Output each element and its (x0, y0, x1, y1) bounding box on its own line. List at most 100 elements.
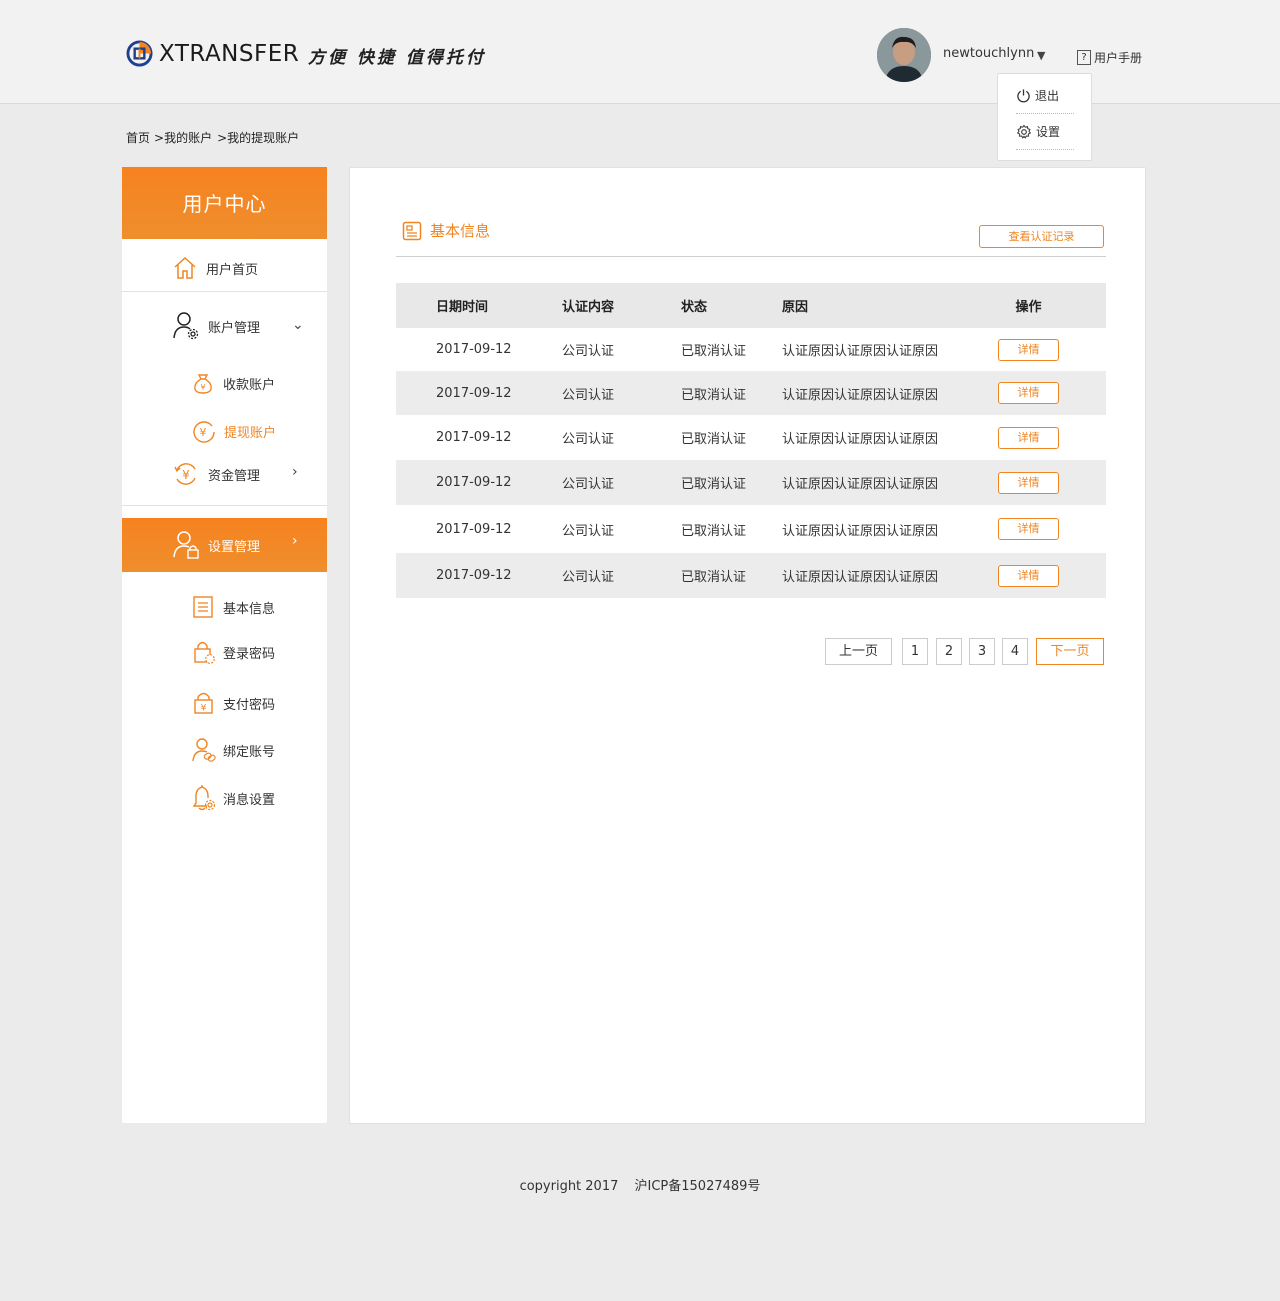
avatar-photo-icon (877, 28, 931, 82)
table-row: 2017-09-12 公司认证 已取消认证 认证原因认证原因认证原因 详情 (396, 505, 1106, 553)
sidebar-item-pay-password[interactable]: ¥ 支付密码 (192, 690, 275, 716)
view-cert-records-button[interactable]: 查看认证记录 (979, 225, 1104, 248)
section-title-label: 基本信息 (430, 222, 491, 240)
cert-records-table: 日期时间 认证内容 状态 原因 操作 2017-09-12 公司认证 已取消认证… (396, 283, 1106, 598)
cell-action: 详情 (998, 371, 1059, 415)
avatar[interactable] (877, 28, 931, 82)
xtransfer-logo-icon (126, 40, 153, 67)
footer-icp[interactable]: 沪ICP备15027489号 (635, 1179, 761, 1194)
cell-datetime: 2017-09-12 (436, 430, 512, 445)
detail-button[interactable]: 详情 (998, 518, 1059, 540)
bell-gear-icon (192, 785, 216, 811)
detail-button[interactable]: 详情 (998, 382, 1059, 404)
yuan-exchange-icon: ¥ (174, 463, 196, 485)
cell-status: 已取消认证 (681, 523, 747, 539)
lock-yuan-icon: ¥ (194, 692, 213, 714)
col-header-status: 状态 (681, 300, 708, 315)
col-header-datetime: 日期时间 (436, 300, 489, 315)
chevron-right-icon[interactable]: › (292, 533, 298, 549)
cell-action: 详情 (998, 460, 1059, 505)
user-link-icon (192, 738, 216, 762)
settings-mgmt-row: 设置管理 (172, 530, 260, 560)
caret-down-icon[interactable]: ▼ (1037, 49, 1045, 62)
breadcrumb-my-account[interactable]: >我的账户 (154, 129, 212, 146)
cell-content: 公司认证 (562, 344, 615, 359)
cell-reason: 认证原因认证原因认证原因 (782, 523, 939, 539)
svg-text:¥: ¥ (200, 383, 205, 392)
user-dropdown-menu: 退出 设置 (997, 73, 1092, 161)
cell-status: 已取消认证 (681, 570, 747, 585)
cell-reason: 认证原因认证原因认证原因 (782, 477, 939, 492)
detail-button[interactable]: 详情 (998, 471, 1059, 494)
cell-content: 公司认证 (562, 523, 615, 539)
sidebar-item-label: 绑定账号 (223, 744, 276, 760)
chevron-right-icon[interactable]: › (292, 464, 298, 480)
breadcrumb-withdraw-account[interactable]: >我的提现账户 (217, 129, 299, 146)
cell-datetime: 2017-09-12 (436, 521, 512, 537)
col-header-content: 认证内容 (562, 300, 615, 315)
cell-content: 公司认证 (562, 432, 615, 447)
footer: copyright 2017 沪ICP备15027489号 (0, 1175, 1280, 1194)
sidebar-item-message-settings[interactable]: 消息设置 (192, 783, 275, 813)
sidebar-item-label: 消息设置 (223, 792, 276, 808)
page-button-4[interactable]: 4 (1002, 638, 1028, 665)
table-row: 2017-09-12 公司认证 已取消认证 认证原因认证原因认证原因 详情 (396, 553, 1106, 598)
footer-copyright: copyright 2017 (519, 1179, 619, 1194)
cell-action: 详情 (998, 505, 1059, 553)
pagination: 上一页 1 2 3 4 下一页 (350, 638, 1147, 666)
page-button-1[interactable]: 1 (902, 638, 928, 665)
cell-reason: 认证原因认证原因认证原因 (782, 387, 939, 403)
page-button-3[interactable]: 3 (969, 638, 995, 665)
cell-status: 已取消认证 (681, 344, 747, 359)
sidebar-title: 用户中心 (122, 167, 327, 239)
logout-menu-item[interactable]: 退出 (1016, 78, 1074, 114)
sidebar-item-receive-account[interactable]: ¥ 收款账户 (192, 372, 275, 394)
section-divider (396, 256, 1106, 257)
cell-datetime: 2017-09-12 (436, 342, 512, 357)
sidebar-item-label: 登录密码 (223, 646, 276, 662)
user-gear-icon (173, 312, 199, 340)
sidebar-item-fund-mgmt[interactable]: ¥ 资金管理 (172, 460, 260, 488)
sidebar-item-login-password[interactable]: 登录密码 (192, 639, 275, 665)
top-header: XTRANSFER 方便 快捷 值得托付 newtouchlynn ▼ ? 用户… (0, 0, 1280, 161)
col-header-reason: 原因 (782, 300, 809, 315)
table-row: 2017-09-12 公司认证 已取消认证 认证原因认证原因认证原因 详情 (396, 371, 1106, 415)
settings-menu-item[interactable]: 设置 (1016, 114, 1074, 150)
detail-button[interactable]: 详情 (998, 426, 1059, 449)
sidebar-item-label: 设置管理 (208, 539, 261, 555)
sidebar-item-withdraw-account[interactable]: ¥ 提现账户 (192, 419, 276, 443)
sidebar-item-user-home[interactable]: 用户首页 (172, 255, 258, 281)
sidebar-item-account-mgmt[interactable]: 账户管理 (172, 311, 260, 341)
document-icon (193, 596, 213, 618)
sidebar-item-label: 提现账户 (224, 425, 277, 441)
cell-action: 详情 (998, 328, 1059, 371)
sidebar: 用户中心 用户首页 账户管理 ⌄ ¥ 收款账户 ¥ 提现账户 ¥ 资金管理 › … (122, 167, 327, 1123)
question-box-icon: ? (1077, 50, 1091, 65)
chevron-down-icon[interactable]: ⌄ (292, 317, 304, 333)
page-button-2[interactable]: 2 (936, 638, 962, 665)
gear-icon (1016, 124, 1032, 139)
brand-logo[interactable]: XTRANSFER (126, 40, 299, 67)
detail-button[interactable]: 详情 (998, 338, 1059, 361)
cell-action: 详情 (998, 415, 1059, 460)
yuan-circle-icon: ¥ (193, 421, 215, 443)
sidebar-item-bind-account[interactable]: 绑定账号 (192, 737, 275, 763)
user-manual-link[interactable]: ? 用户手册 (1077, 49, 1142, 66)
user-manual-label: 用户手册 (1094, 51, 1143, 65)
breadcrumb-home[interactable]: 首页 (126, 129, 150, 146)
sidebar-item-label: 收款账户 (223, 377, 276, 393)
table-row: 2017-09-12 公司认证 已取消认证 认证原因认证原因认证原因 详情 (396, 328, 1106, 371)
prev-page-button[interactable]: 上一页 (825, 638, 892, 665)
cell-datetime: 2017-09-12 (436, 568, 512, 583)
home-icon (174, 256, 196, 279)
username[interactable]: newtouchlynn (943, 46, 1034, 61)
lock-gear-icon (194, 641, 215, 664)
detail-button[interactable]: 详情 (998, 564, 1059, 587)
sidebar-item-basic-info[interactable]: 基本信息 (192, 595, 275, 619)
sidebar-item-label: 基本信息 (223, 601, 276, 617)
next-page-button[interactable]: 下一页 (1036, 638, 1104, 665)
sidebar-divider (122, 505, 327, 506)
section-title: 基本信息 (402, 220, 490, 241)
sidebar-item-settings-mgmt[interactable]: 设置管理 › (122, 518, 327, 572)
cell-content: 公司认证 (562, 387, 615, 403)
